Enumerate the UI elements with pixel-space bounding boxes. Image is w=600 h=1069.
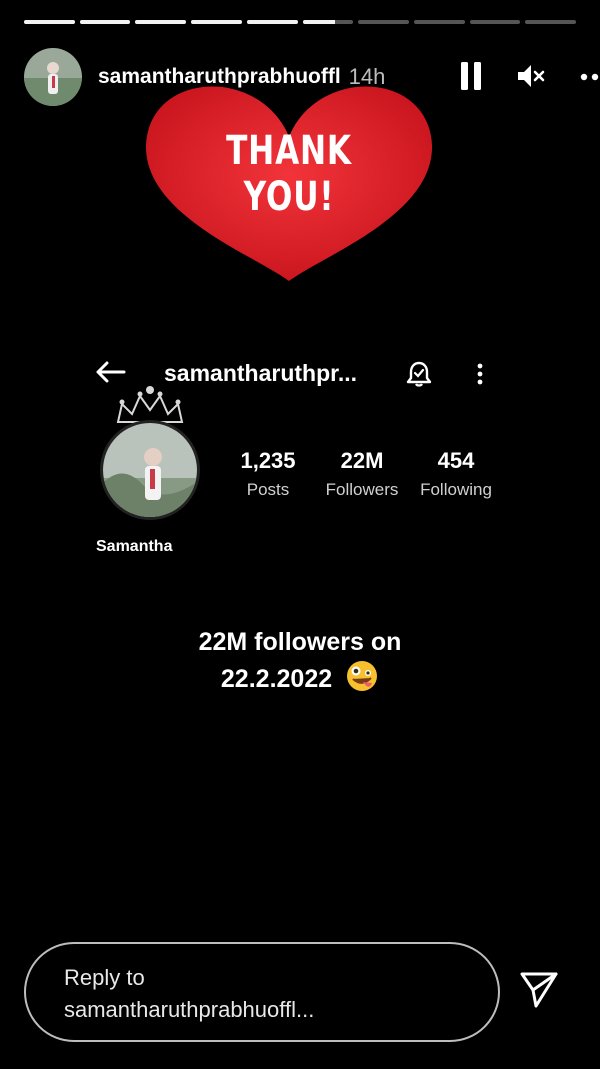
kebab-menu-icon — [476, 360, 484, 393]
pause-icon[interactable] — [460, 61, 482, 96]
story-caption: 22M followers on 22.2.2022 — [0, 625, 600, 696]
following-label: Following — [420, 480, 492, 499]
reply-input[interactable]: Reply to samantharuthprabhuoffl... — [24, 942, 500, 1042]
posts-label: Posts — [246, 480, 290, 499]
profile-handle: samantharuthpr... — [164, 360, 357, 386]
more-icon[interactable] — [580, 61, 600, 96]
caption-line-1: 22M followers on — [198, 628, 402, 656]
send-icon[interactable] — [518, 970, 560, 1015]
following-stat: 454 Following — [412, 448, 500, 500]
story-progress — [24, 20, 577, 24]
avatar[interactable] — [24, 48, 82, 106]
story-viewer[interactable]: samantharuthprabhuoffl 14h THANK YOU! sa… — [0, 0, 600, 1069]
profile-display-name: Samantha — [96, 538, 173, 555]
posts-count: 1,235 — [240, 448, 296, 473]
progress-segment — [79, 20, 131, 24]
profile-avatar — [100, 420, 200, 520]
followers-count: 22M — [340, 448, 384, 473]
followers-label: Followers — [325, 480, 399, 499]
reply-placeholder-line-1: Reply to — [64, 965, 145, 990]
followers-stat: 22M Followers — [318, 448, 406, 500]
progress-segment — [24, 20, 75, 24]
progress-segment — [413, 20, 465, 24]
mute-icon[interactable] — [516, 61, 546, 96]
progress-segment — [469, 20, 521, 24]
caption-line-2: 22.2.2022 — [220, 665, 333, 693]
posts-stat: 1,235 Posts — [232, 448, 304, 500]
progress-segment — [191, 20, 242, 24]
reply-placeholder-line-2: samantharuthprabhuoffl... — [64, 997, 315, 1022]
following-count: 454 — [437, 448, 475, 473]
zany-face-emoji-icon — [347, 661, 378, 691]
progress-segment — [135, 20, 187, 24]
bell-icon — [406, 360, 432, 393]
progress-segment — [246, 20, 298, 24]
progress-segment — [302, 20, 354, 24]
progress-segment — [358, 20, 409, 24]
progress-segment — [525, 20, 577, 24]
thank-you-text: THANK YOU! — [226, 128, 352, 220]
